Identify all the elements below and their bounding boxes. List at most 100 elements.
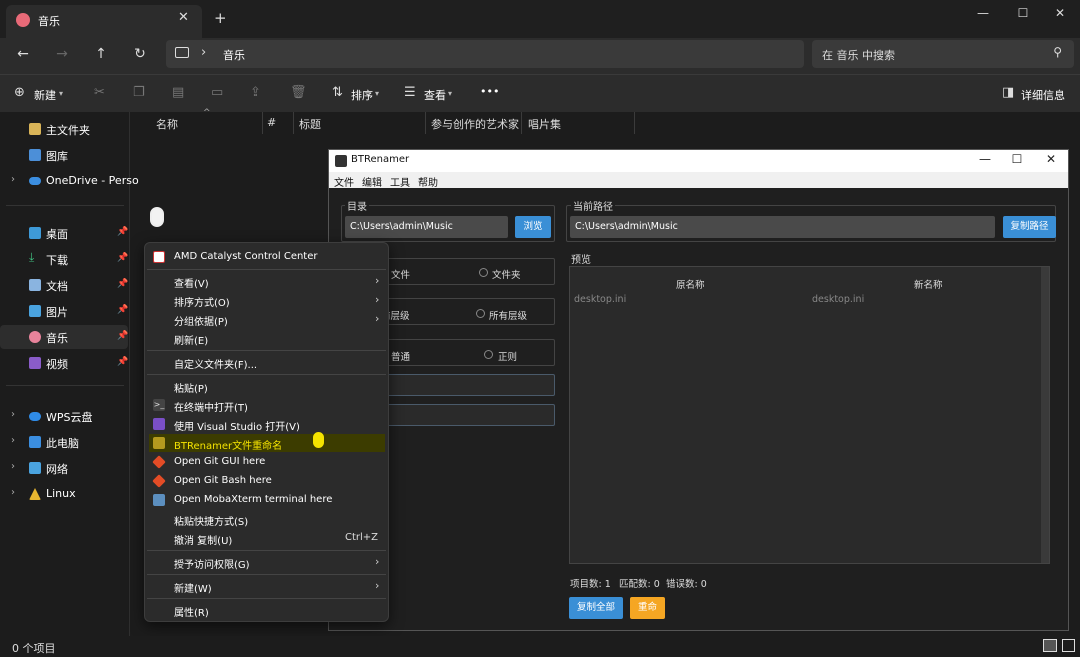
menu-item-customize-folder[interactable]: 自定义文件夹(F)... [149, 353, 385, 371]
menu-item-undo-copy[interactable]: 撤消 复制(U) Ctrl+Z [149, 529, 385, 547]
column-contributing-artists[interactable]: 参与创作的艺术家 [431, 116, 519, 132]
more-options-button[interactable]: ••• [480, 85, 499, 98]
minimize-button[interactable]: — [973, 6, 993, 20]
column-divider[interactable] [293, 112, 294, 134]
chevron-right-icon[interactable]: › [11, 174, 15, 185]
chevron-right-icon: › [375, 555, 380, 568]
sidebar-item-this-pc[interactable]: › 此电脑 [0, 430, 128, 454]
radio-normal-label[interactable]: 普通 [391, 349, 410, 363]
address-bar[interactable]: › 音乐 [166, 40, 804, 68]
sort-button[interactable]: 排序 [351, 87, 373, 103]
preview-scrollbar[interactable] [1041, 267, 1049, 563]
radio-folder[interactable] [479, 268, 488, 277]
menu-item-refresh[interactable]: 刷新(E) [149, 329, 385, 347]
menu-item-open-with-visual-studio[interactable]: 使用 Visual Studio 打开(V) [149, 415, 385, 433]
sidebar-item-onedrive[interactable]: › OneDrive - Perso [0, 169, 139, 193]
menu-item-label: 属性(R) [174, 608, 209, 619]
breadcrumb-music[interactable]: 音乐 [223, 47, 245, 63]
menu-item-view[interactable]: 查看(V) › [149, 272, 385, 290]
tab-close-icon[interactable]: ✕ [178, 10, 189, 25]
menu-item-sort-by[interactable]: 排序方式(O) › [149, 291, 385, 309]
details-view-icon[interactable] [1043, 639, 1057, 652]
radio-folder-label[interactable]: 文件夹 [492, 267, 521, 281]
menu-item-open-in-terminal[interactable]: >_ 在终端中打开(T) [149, 396, 385, 414]
menu-item-btrenamer[interactable]: BTRenamer文件重命名 [149, 434, 385, 452]
column-track-number[interactable]: # [267, 116, 276, 129]
menu-item-properties[interactable]: 属性(R) [149, 601, 385, 619]
tab-music[interactable]: 音乐 ✕ [6, 5, 202, 38]
menu-item-give-access[interactable]: 授予访问权限(G) › [149, 553, 385, 571]
radio-regex[interactable] [484, 350, 493, 359]
refresh-button[interactable]: ↻ [131, 46, 149, 62]
menu-tools[interactable]: 工具 [390, 174, 410, 189]
column-title[interactable]: 标题 [299, 116, 321, 132]
radio-regex-label[interactable]: 正则 [498, 349, 517, 363]
current-path-field[interactable]: C:\Users\admin\Music [570, 216, 995, 238]
column-name[interactable]: 名称 [156, 116, 178, 132]
maximize-button[interactable]: ☐ [1013, 6, 1033, 20]
chevron-right-icon[interactable]: › [11, 435, 15, 446]
btrenamer-minimize-button[interactable]: — [975, 152, 995, 166]
directory-field[interactable]: C:\Users\admin\Music [345, 216, 508, 238]
btrenamer-maximize-button[interactable]: ☐ [1007, 152, 1027, 166]
rename-icon[interactable]: ▭ [211, 85, 223, 100]
details-button[interactable]: 详细信息 [1021, 87, 1065, 103]
menu-item-amd[interactable]: AMD Catalyst Control Center [149, 248, 385, 266]
menu-item-group-by[interactable]: 分组依据(P) › [149, 310, 385, 328]
menu-help[interactable]: 帮助 [418, 174, 438, 189]
forward-button[interactable]: → [53, 46, 71, 62]
sidebar-item-desktop[interactable]: 桌面 📌 [0, 221, 128, 245]
column-divider[interactable] [521, 112, 522, 134]
context-menu: AMD Catalyst Control Center 查看(V) › 排序方式… [144, 242, 389, 622]
copy-all-button[interactable]: 复制全部 [569, 597, 623, 619]
rename-button[interactable]: 重命 [630, 597, 665, 619]
browse-button[interactable]: 浏览 [515, 216, 551, 238]
back-button[interactable]: ← [14, 46, 32, 62]
up-button[interactable]: ↑ [92, 46, 110, 62]
preview-new-name[interactable]: desktop.ini [812, 294, 864, 305]
column-divider[interactable] [262, 112, 263, 134]
sidebar-item-documents[interactable]: 文档 📌 [0, 273, 128, 297]
copy-path-button[interactable]: 复制路径 [1003, 216, 1056, 238]
sidebar-item-linux[interactable]: › Linux [0, 482, 128, 506]
sidebar-item-downloads[interactable]: ⤓ 下载 📌 [0, 247, 128, 271]
command-bar: ⊕ 新建 ▾ ✂ ❐ ▤ ▭ ⇪ 🗑 ⇅ 排序 ▾ ☰ 查看 ▾ ••• ◨ 详… [0, 74, 1080, 112]
cut-icon[interactable]: ✂ [94, 85, 105, 100]
menu-item-open-git-bash[interactable]: Open Git Bash here [149, 472, 385, 490]
new-tab-button[interactable]: + [214, 9, 227, 27]
preview-original-name[interactable]: desktop.ini [574, 294, 626, 305]
column-divider[interactable] [425, 112, 426, 134]
menu-item-open-mobaxterm[interactable]: Open MobaXterm terminal here [149, 491, 385, 509]
chevron-right-icon[interactable]: › [11, 461, 15, 472]
sidebar-item-home[interactable]: 主文件夹 [0, 117, 128, 141]
close-button[interactable]: ✕ [1050, 6, 1070, 20]
radio-all-levels-label[interactable]: 所有层级 [489, 308, 527, 322]
sidebar-item-videos[interactable]: 视频 📌 [0, 351, 128, 375]
chevron-right-icon[interactable]: › [11, 409, 15, 420]
sidebar-item-wps-cloud[interactable]: › WPS云盘 [0, 404, 128, 428]
new-button[interactable]: 新建 [34, 87, 56, 103]
column-album[interactable]: 唱片集 [528, 116, 561, 132]
view-button[interactable]: 查看 [424, 87, 446, 103]
radio-all-levels[interactable] [476, 309, 485, 318]
sidebar-item-gallery[interactable]: 图库 [0, 143, 128, 167]
menu-item-paste-shortcut[interactable]: 粘贴快捷方式(S) [149, 510, 385, 528]
large-icons-view-icon[interactable] [1062, 639, 1075, 652]
menu-file[interactable]: 文件 [334, 174, 354, 189]
share-icon[interactable]: ⇪ [250, 85, 261, 100]
column-divider[interactable] [634, 112, 635, 134]
menu-item-paste[interactable]: 粘贴(P) [149, 377, 385, 395]
copy-icon[interactable]: ❐ [133, 85, 145, 100]
sidebar-item-pictures[interactable]: 图片 📌 [0, 299, 128, 323]
search-input[interactable]: 在 音乐 中搜索 ⚲ [812, 40, 1074, 68]
sidebar-item-music[interactable]: 音乐 📌 [0, 325, 128, 349]
delete-icon[interactable]: 🗑 [290, 85, 307, 100]
menu-item-new[interactable]: 新建(W) › [149, 577, 385, 595]
radio-file-label[interactable]: 文件 [391, 267, 410, 281]
menu-edit[interactable]: 编辑 [362, 174, 382, 189]
sidebar-item-network[interactable]: › 网络 [0, 456, 128, 480]
btrenamer-close-button[interactable]: ✕ [1041, 152, 1061, 166]
paste-icon[interactable]: ▤ [172, 85, 184, 100]
menu-item-open-git-gui[interactable]: Open Git GUI here [149, 453, 385, 471]
chevron-right-icon[interactable]: › [11, 487, 15, 498]
